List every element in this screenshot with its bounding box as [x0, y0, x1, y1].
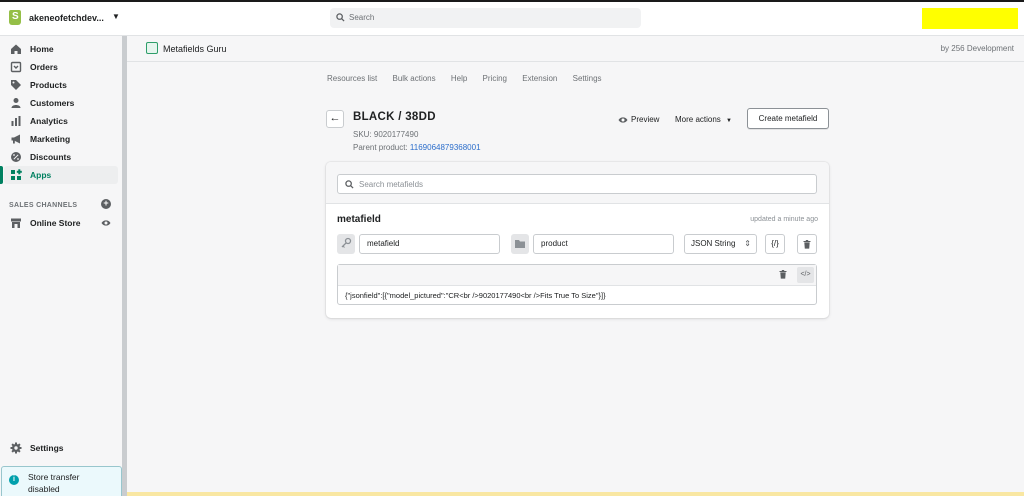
transfer-line-2: disabled	[28, 484, 60, 494]
folder-icon	[511, 234, 529, 254]
parent-product: Parent product: 1169064879368001	[353, 143, 481, 152]
page-title: BLACK / 38DD	[353, 111, 436, 123]
sidebar-item-products[interactable]: Products	[0, 76, 122, 94]
search-icon	[336, 13, 345, 22]
metafields-guru-logo-icon	[146, 42, 158, 54]
tab-resources-list[interactable]: Resources list	[327, 74, 377, 83]
sidebar-item-orders[interactable]: Orders	[0, 58, 122, 76]
gear-icon	[10, 442, 22, 454]
info-icon: i	[9, 475, 19, 485]
preview-button[interactable]: Preview	[618, 115, 659, 124]
editor-toolbar: </>	[338, 265, 816, 286]
caret-down-icon: ▼	[726, 118, 732, 124]
search-icon	[345, 180, 354, 189]
sidebar-item-label: Apps	[30, 170, 52, 180]
card-search-area: Search metafields	[326, 162, 829, 204]
top-bar: akeneofetchdev... ▼ Search	[0, 0, 1024, 36]
tab-pricing[interactable]: Pricing	[483, 74, 507, 83]
home-icon	[11, 44, 21, 54]
tab-extension[interactable]: Extension	[522, 74, 557, 83]
create-metafield-button[interactable]: Create metafield	[747, 108, 829, 129]
search-placeholder: Search	[349, 13, 375, 22]
sidebar-item-apps[interactable]: Apps	[0, 166, 118, 184]
main-content: Metafields Guru by 256 Development Resou…	[127, 36, 1024, 496]
store-transfer-banner: i Store transfer disabled	[1, 466, 122, 496]
sidebar-item-discounts[interactable]: Discounts	[0, 148, 122, 166]
parent-product-link[interactable]: 1169064879368001	[410, 143, 481, 152]
sidebar-item-label: Orders	[30, 62, 58, 72]
store-icon	[11, 218, 21, 228]
sales-channels-heading: SALES CHANNELS	[9, 202, 78, 209]
sidebar-item-label: Online Store	[30, 218, 81, 228]
app-nav: Resources list Bulk actions Help Pricing…	[327, 74, 615, 83]
apps-icon	[11, 169, 22, 180]
sidebar-item-label: Marketing	[30, 134, 71, 144]
namespace-field[interactable]: product	[533, 234, 674, 254]
person-icon	[11, 98, 21, 108]
chevron-down-icon[interactable]: ▼	[112, 12, 120, 21]
delete-metafield-button[interactable]	[797, 234, 817, 254]
app-developer: by 256 Development	[940, 44, 1014, 53]
sidebar-item-marketing[interactable]: Marketing	[0, 130, 122, 148]
metafield-heading: metafield	[337, 214, 381, 225]
key-field[interactable]: metafield	[359, 234, 500, 254]
more-actions-button[interactable]: More actions ▼	[675, 115, 732, 124]
preview-label: Preview	[631, 115, 660, 124]
sidebar-item-label: Customers	[30, 98, 75, 108]
more-actions-label: More actions	[675, 115, 721, 124]
add-channel-icon[interactable]: +	[101, 199, 111, 209]
tag-icon	[11, 80, 21, 90]
sidebar-item-label: Analytics	[30, 116, 68, 126]
bar-chart-icon	[11, 116, 21, 126]
sidebar-item-label: Settings	[30, 443, 64, 453]
sidebar: Home Orders Products Customers Analytics…	[0, 36, 122, 496]
trash-icon	[803, 240, 811, 249]
sidebar-item-customers[interactable]: Customers	[0, 94, 122, 112]
highlight-box	[922, 8, 1018, 29]
shopify-logo-icon[interactable]	[9, 10, 21, 25]
metafields-card: Search metafields metafield updated a mi…	[326, 162, 829, 318]
megaphone-icon	[11, 134, 20, 144]
tab-settings[interactable]: Settings	[573, 74, 602, 83]
bottom-strip	[127, 492, 1024, 496]
orders-icon	[10, 61, 22, 73]
type-select[interactable]: JSON String	[684, 234, 757, 254]
format-json-button[interactable]: {/}	[765, 234, 785, 254]
sidebar-item-settings[interactable]: Settings	[0, 439, 122, 457]
app-header: Metafields Guru by 256 Development	[127, 36, 1024, 62]
search-input[interactable]: Search	[330, 8, 641, 28]
arrow-left-icon: ←	[329, 112, 341, 124]
tab-bulk-actions[interactable]: Bulk actions	[392, 74, 435, 83]
sku-text: SKU: 9020177490	[353, 130, 419, 139]
json-value-text[interactable]: {"jsonfield":[{"model_pictured":"CR<br /…	[345, 291, 606, 300]
eye-icon[interactable]	[101, 219, 111, 227]
search-metafields-input[interactable]: Search metafields	[337, 174, 817, 194]
tab-help[interactable]: Help	[451, 74, 467, 83]
key-icon	[337, 234, 355, 254]
sidebar-item-label: Products	[30, 80, 67, 90]
sidebar-item-label: Discounts	[30, 152, 72, 162]
transfer-line-1: Store transfer	[28, 472, 80, 482]
store-name[interactable]: akeneofetchdev...	[29, 13, 104, 23]
sidebar-item-label: Home	[30, 44, 54, 54]
back-button[interactable]: ←	[326, 110, 344, 128]
discount-icon	[11, 152, 21, 162]
sidebar-item-home[interactable]: Home	[0, 40, 122, 58]
app-title: Metafields Guru	[163, 44, 227, 54]
sidebar-item-analytics[interactable]: Analytics	[0, 112, 122, 130]
eye-icon	[618, 117, 628, 123]
parent-product-label: Parent product:	[353, 143, 410, 152]
search-metafields-placeholder: Search metafields	[359, 180, 424, 189]
clear-icon[interactable]	[779, 270, 787, 279]
updated-timestamp: updated a minute ago	[750, 216, 818, 223]
code-view-button[interactable]: </>	[797, 267, 814, 283]
json-editor[interactable]: </> {"jsonfield":[{"model_pictured":"CR<…	[337, 264, 817, 305]
